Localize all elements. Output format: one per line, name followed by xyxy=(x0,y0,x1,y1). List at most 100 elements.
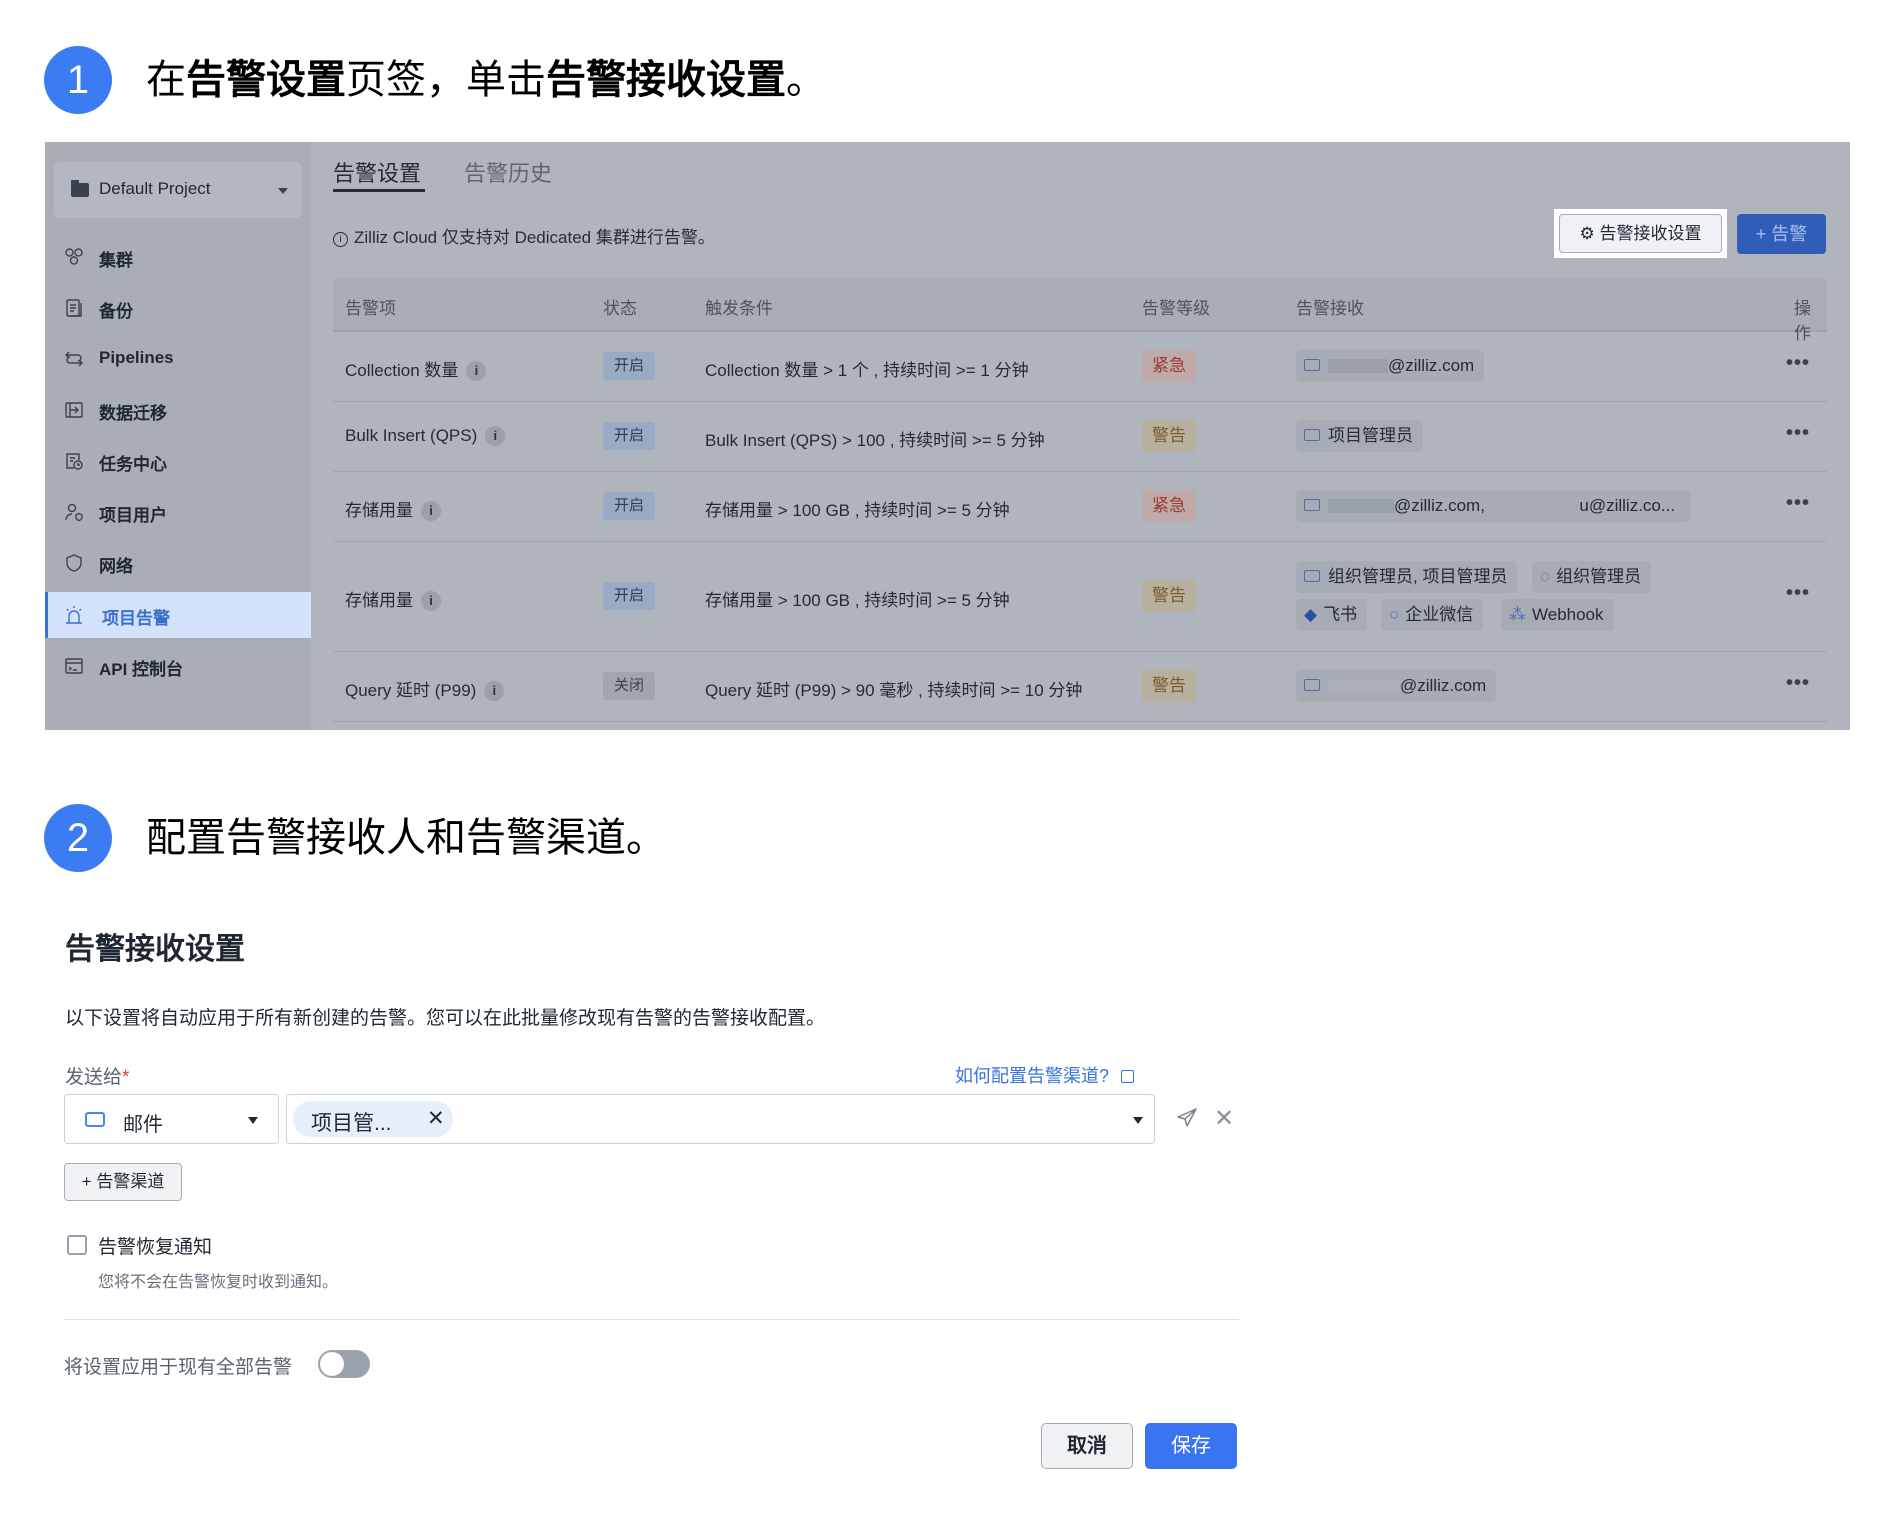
table-row: Query 延时 (P99) i 关闭 Query 延时 (P99) > 90 毫… xyxy=(333,652,1827,722)
mail-icon xyxy=(85,1112,105,1127)
level-badge: 紧急 xyxy=(1142,490,1196,522)
mail-icon xyxy=(1304,499,1320,511)
redacted-text xyxy=(1328,679,1400,693)
status-badge: 开启 xyxy=(603,422,655,450)
alert-item-name: 存储用量 xyxy=(345,591,413,610)
sidebar-item-job-center[interactable]: 任务中心 xyxy=(45,438,311,484)
table-row: 存储用量 i 开启 存储用量 > 100 GB , 持续时间 >= 5 分钟 紧急… xyxy=(333,472,1827,542)
info-icon[interactable]: i xyxy=(421,591,441,611)
more-actions-button[interactable]: ••• xyxy=(1786,582,1810,605)
add-channel-button[interactable]: + 告警渠道 xyxy=(64,1163,182,1201)
sidebar-item-clusters[interactable]: 集群 xyxy=(45,234,311,280)
external-link-icon xyxy=(1121,1070,1135,1083)
info-icon[interactable]: i xyxy=(421,501,441,521)
recovery-notice-hint: 您将不会在告警恢复时收到通知。 xyxy=(98,1274,339,1291)
sidebar: Default Project 集群 备份 Pipelines 数据迁移 任务中… xyxy=(45,142,311,730)
level-badge: 紧急 xyxy=(1142,350,1196,382)
shield-icon xyxy=(64,553,84,573)
receiver-text: Webhook xyxy=(1532,605,1604,624)
sidebar-item-label: 项目告警 xyxy=(102,609,170,628)
trigger-condition: 存储用量 > 100 GB , 持续时间 >= 5 分钟 xyxy=(705,591,1010,610)
folder-icon xyxy=(71,180,89,197)
sidebar-item-label: 网络 xyxy=(99,557,133,576)
alerts-screenshot: Default Project 集群 备份 Pipelines 数据迁移 任务中… xyxy=(45,142,1850,730)
column-header: 触发条件 xyxy=(705,299,773,318)
caret-down-icon xyxy=(248,1117,258,1124)
help-link[interactable]: 如何配置告警渠道? xyxy=(955,1062,1135,1088)
active-tab-indicator xyxy=(333,189,425,192)
remove-channel-icon[interactable]: ✕ xyxy=(1214,1104,1234,1133)
sidebar-item-label: 数据迁移 xyxy=(99,404,167,423)
sidebar-item-network[interactable]: 网络 xyxy=(45,540,311,586)
table-row: Collection 数量 i 开启 Collection 数量 > 1 个 , … xyxy=(333,332,1827,402)
apply-all-toggle[interactable] xyxy=(318,1350,370,1378)
alert-item-name: Query 延时 (P99) xyxy=(345,681,477,700)
alert-item: 存储用量 i xyxy=(345,496,441,521)
mail-icon xyxy=(1304,570,1320,582)
alarm-icon xyxy=(64,605,84,625)
receiver-chip: 组织管理员, 项目管理员 xyxy=(1296,561,1518,593)
recovery-notice-label[interactable]: 告警恢复通知 xyxy=(98,1232,212,1259)
alert-receiver-settings-button[interactable]: ⚙ 告警接收设置 xyxy=(1559,214,1722,253)
project-name: Default Project xyxy=(99,179,211,198)
wecom-icon: ○ xyxy=(1389,605,1400,624)
sidebar-item-label: 项目用户 xyxy=(99,506,167,525)
send-to-text: 发送给 xyxy=(65,1067,123,1088)
trigger-condition: 存储用量 > 100 GB , 持续时间 >= 5 分钟 xyxy=(705,501,1010,520)
more-actions-button[interactable]: ••• xyxy=(1786,422,1810,445)
feishu-icon: ◆ xyxy=(1304,605,1318,624)
alert-item: Query 延时 (P99) i xyxy=(345,676,505,701)
info-icon[interactable]: i xyxy=(484,681,505,701)
step-1-text-0: 在 xyxy=(146,58,186,102)
send-test-icon[interactable] xyxy=(1175,1106,1199,1130)
more-actions-button[interactable]: ••• xyxy=(1786,672,1810,695)
mail-icon xyxy=(1304,429,1320,441)
sidebar-item-pipelines[interactable]: Pipelines xyxy=(45,336,311,382)
project-users-icon xyxy=(64,502,84,522)
info-icon[interactable]: i xyxy=(485,426,506,446)
migration-icon xyxy=(64,400,84,420)
sidebar-item-project-alerts[interactable]: 项目告警 xyxy=(45,592,311,638)
cancel-button[interactable]: 取消 xyxy=(1041,1423,1133,1469)
recipient-tag-label: 项目管... xyxy=(311,1112,392,1135)
project-selector[interactable]: Default Project xyxy=(54,162,302,218)
sidebar-item-backup[interactable]: 备份 xyxy=(45,285,311,331)
trigger-condition: Collection 数量 > 1 个 , 持续时间 >= 1 分钟 xyxy=(705,361,1029,380)
receiver-chip: ⁂ Webhook xyxy=(1501,599,1614,631)
info-notice: i Zilliz Cloud 仅支持对 Dedicated 集群进行告警。 xyxy=(333,223,715,248)
tab-alert-settings[interactable]: 告警设置 xyxy=(333,156,421,188)
sidebar-item-project-users[interactable]: 项目用户 xyxy=(45,489,311,535)
tab-alert-history[interactable]: 告警历史 xyxy=(464,156,552,188)
status-badge: 开启 xyxy=(603,582,655,610)
level-badge: 警告 xyxy=(1142,670,1196,702)
add-alert-button[interactable]: + 告警 xyxy=(1737,214,1826,254)
step-1-text-4: 。 xyxy=(786,58,826,102)
info-text: Zilliz Cloud 仅支持对 Dedicated 集群进行告警。 xyxy=(354,228,715,247)
recipient-select[interactable]: 项目管... ✕ xyxy=(286,1094,1155,1144)
info-icon: i xyxy=(333,232,348,247)
info-icon[interactable]: i xyxy=(466,361,487,381)
receiver-chip: @zilliz.com xyxy=(1296,670,1497,702)
backup-icon xyxy=(64,298,84,318)
cluster-icon xyxy=(64,247,84,267)
more-actions-button[interactable]: ••• xyxy=(1786,492,1810,515)
save-button[interactable]: 保存 xyxy=(1145,1423,1237,1469)
pipelines-icon xyxy=(64,349,84,369)
channel-select[interactable]: 邮件 xyxy=(64,1094,279,1144)
sidebar-item-label: API 控制台 xyxy=(99,660,184,679)
webhook-icon: ⁂ xyxy=(1509,605,1526,624)
remove-tag-icon[interactable]: ✕ xyxy=(427,1106,445,1131)
receiver-text: @zilliz.com xyxy=(1388,356,1475,375)
dialog-title: 告警接收设置 xyxy=(65,933,245,966)
recovery-notice-checkbox[interactable] xyxy=(67,1235,87,1255)
alert-item-name: 存储用量 xyxy=(345,501,413,520)
sidebar-item-api-console[interactable]: API 控制台 xyxy=(45,643,311,689)
trigger-condition: Query 延时 (P99) > 90 毫秒 , 持续时间 >= 10 分钟 xyxy=(705,681,1083,700)
more-actions-button[interactable]: ••• xyxy=(1786,352,1810,375)
step-1-text-3: 告警接收设置 xyxy=(546,58,786,102)
receiver-text: 飞书 xyxy=(1323,605,1358,624)
sidebar-item-migration[interactable]: 数据迁移 xyxy=(45,387,311,433)
recipient-tag: 项目管... ✕ xyxy=(293,1101,453,1137)
receiver-chip: @zilliz.com, ‍ ‍ ‍ ‍ ‍ ‍ ‍ ‍ ‍ ‍ ‍ ‍ ‍ ‍… xyxy=(1296,490,1690,522)
required-mark: * xyxy=(122,1067,130,1088)
